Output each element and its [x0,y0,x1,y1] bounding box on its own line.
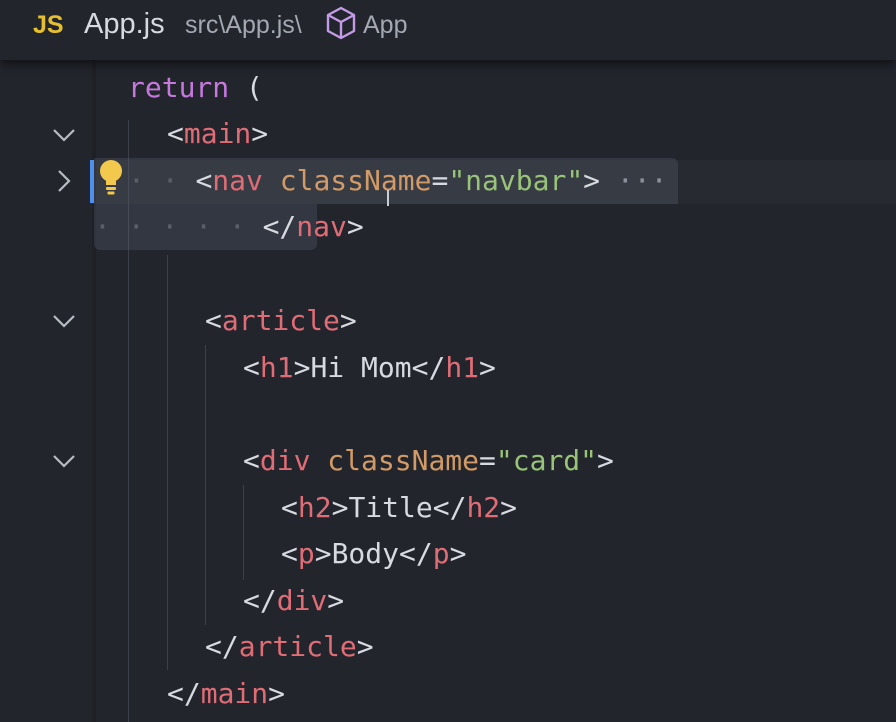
unfold-chevron-right-icon[interactable] [50,167,78,195]
js-file-icon: JS [33,11,64,39]
code-line: · · · · · </nav> [94,210,364,243]
breadcrumb: JS App.js src\App.js\ App [0,0,896,60]
lightbulb-icon[interactable] [96,158,126,196]
indent-guide [205,345,206,625]
breadcrumb-file-path[interactable]: src\App.js\ [185,11,302,40]
text-cursor [387,190,389,206]
code-line: </main> [167,677,286,710]
code-line: <p>Body</p> [281,537,467,570]
fold-chevron-down-icon[interactable] [50,447,78,475]
indent-guide [243,485,244,580]
cube-icon [326,6,356,40]
code-line: return ( [128,71,263,104]
code-line: <article> [205,304,357,337]
line-cursor-indicator [90,160,94,203]
fold-chevron-down-icon[interactable] [50,307,78,335]
breadcrumb-file-name[interactable]: App.js [84,8,165,41]
code-line: <div className="card"> [243,444,614,477]
fold-chevron-down-icon[interactable] [50,121,78,149]
code-line: </div> [243,584,345,617]
code-line-folded: · · <nav className="navbar"> ··· [128,164,668,197]
code-line: <h2>Title</h2> [281,491,518,524]
code-line: <main> [167,117,269,150]
code-line: <h1>Hi Mom</h1> [243,351,496,384]
indent-guide [167,255,168,670]
code-editor[interactable]: return ( <main> · · <nav className="navb… [0,60,896,722]
breadcrumb-symbol-app[interactable]: App [363,11,407,40]
folded-ellipsis[interactable]: ··· [617,164,668,197]
code-line: </article> [205,630,374,663]
